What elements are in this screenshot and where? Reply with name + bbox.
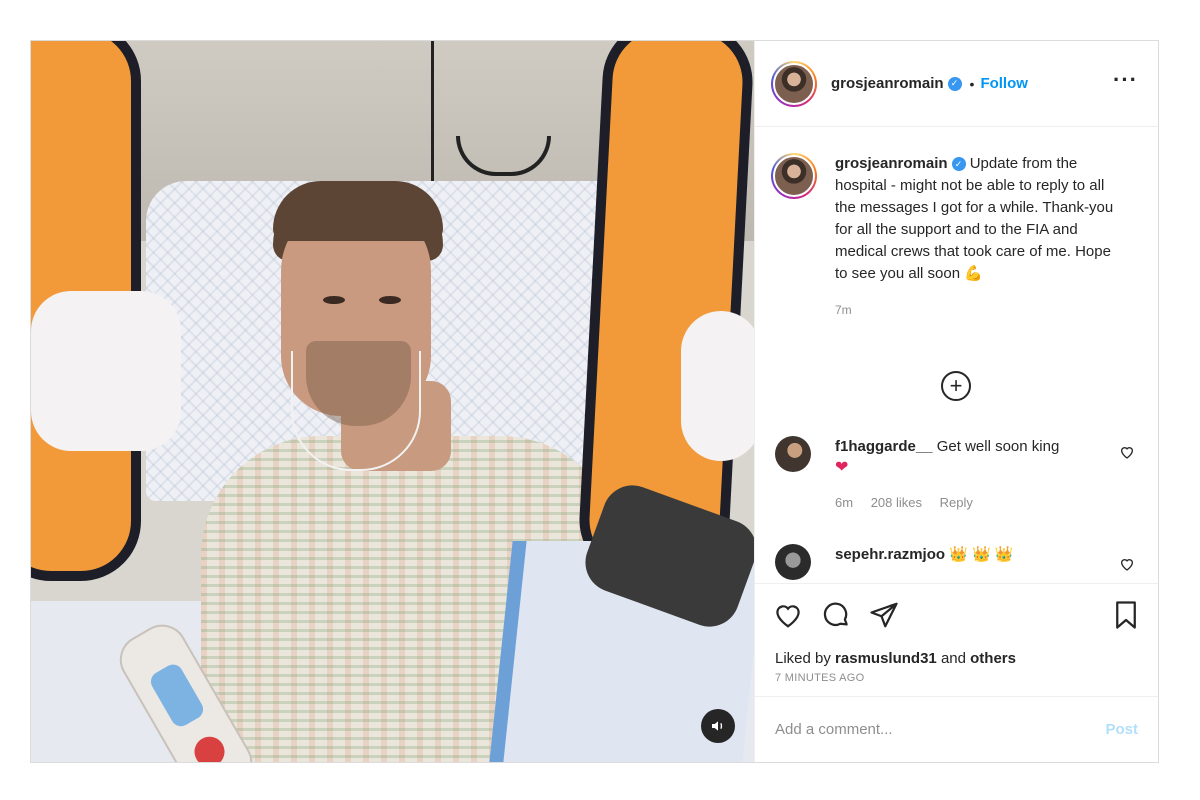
- caption-time[interactable]: 7m: [835, 299, 1125, 321]
- liked-by-prefix: Liked by: [775, 650, 831, 667]
- comment-username[interactable]: sepehr.razmjoo: [835, 546, 945, 563]
- comment-avatar[interactable]: [775, 436, 811, 472]
- verified-badge-icon: ✓: [947, 76, 962, 91]
- caption-avatar[interactable]: [771, 153, 817, 199]
- post-header: grosjeanromain ✓ • Follow ···: [755, 41, 1158, 127]
- comment-avatar[interactable]: [775, 544, 811, 580]
- left-eye: [323, 296, 345, 304]
- caption-avatar-image: [773, 155, 815, 197]
- flexed-biceps-emoji: 💪: [964, 265, 983, 282]
- comment-like-heart-icon[interactable]: [1119, 444, 1135, 460]
- reply-button[interactable]: Reply: [940, 495, 973, 510]
- comment-meta: 6m 208 likes Reply: [835, 492, 1059, 513]
- header-user: grosjeanromain ✓ • Follow: [831, 75, 1028, 92]
- follow-button[interactable]: Follow: [980, 75, 1028, 92]
- caption-body: grosjeanromain ✓ Update from the hospital…: [835, 153, 1125, 321]
- post-comment-button[interactable]: Post: [1105, 721, 1138, 738]
- liked-by-user[interactable]: rasmuslund31: [835, 650, 937, 667]
- like-heart-icon[interactable]: [773, 600, 803, 630]
- comment-username[interactable]: f1haggarde__: [835, 438, 933, 455]
- comment-bubble-icon[interactable]: [821, 600, 851, 630]
- liked-by-text: Liked by rasmuslund31 and others: [775, 650, 1016, 667]
- liked-by-and: and: [940, 650, 966, 667]
- post-video[interactable]: [31, 41, 754, 762]
- nasal-cannula: [291, 351, 421, 471]
- speaker-glyph: [712, 721, 723, 731]
- load-more-comments-icon[interactable]: +: [941, 371, 971, 401]
- caption: grosjeanromain ✓ Update from the hospital…: [771, 153, 1141, 321]
- add-comment-bar: Post: [755, 696, 1158, 762]
- comment-item: f1haggarde__ Get well soon king ❤ 6m 208…: [775, 436, 1145, 513]
- post-actions: Liked by rasmuslund31 and others 7 MINUT…: [755, 583, 1158, 693]
- avatar-image: [773, 62, 815, 105]
- red-heart-emoji: ❤: [835, 459, 849, 476]
- comment-item: sepehr.razmjoo 👑 👑 👑: [775, 544, 1145, 580]
- caption-verified-badge-icon: ✓: [951, 157, 966, 172]
- avatar[interactable]: [771, 60, 817, 107]
- more-icon[interactable]: ···: [1113, 69, 1138, 91]
- separator-dot: •: [969, 75, 975, 92]
- caption-text: Update from the hospital - might not be …: [835, 155, 1114, 282]
- post-timestamp[interactable]: 7 MINUTES AGO: [775, 672, 864, 684]
- comment-body: f1haggarde__ Get well soon king ❤ 6m 208…: [835, 436, 1059, 513]
- instagram-post: grosjeanromain ✓ • Follow ··· grosjeanro…: [30, 40, 1159, 763]
- header-username[interactable]: grosjeanromain: [831, 75, 944, 92]
- right-eye: [379, 296, 401, 304]
- share-paper-plane-icon[interactable]: [869, 600, 899, 630]
- crown-emoji: 👑 👑 👑: [949, 546, 1014, 563]
- comment-avatar-image: [775, 436, 811, 472]
- comment-input[interactable]: [775, 721, 1106, 738]
- hair-top: [273, 181, 443, 241]
- comment-avatar-image: [775, 544, 811, 580]
- comment-like-heart-icon[interactable]: [1119, 556, 1135, 572]
- liked-by-others[interactable]: others: [970, 650, 1016, 667]
- comment-text: Get well soon king: [936, 438, 1060, 455]
- left-bandaged-hand: [31, 291, 181, 451]
- comment-body: sepehr.razmjoo 👑 👑 👑: [835, 544, 1014, 580]
- speaker-icon[interactable]: [701, 709, 735, 743]
- comment-likes[interactable]: 208 likes: [871, 495, 922, 510]
- iv-pole: [431, 41, 434, 181]
- post-sidebar: grosjeanromain ✓ • Follow ··· grosjeanro…: [754, 41, 1158, 762]
- comment-time[interactable]: 6m: [835, 495, 853, 510]
- right-bandaged-hand: [681, 311, 754, 461]
- caption-username[interactable]: grosjeanromain: [835, 155, 948, 172]
- save-bookmark-icon[interactable]: [1111, 600, 1141, 630]
